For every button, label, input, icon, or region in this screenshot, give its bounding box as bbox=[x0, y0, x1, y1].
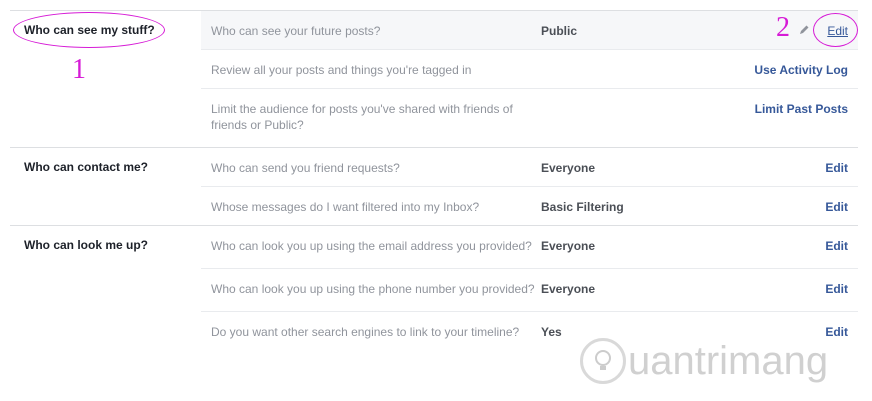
limit-past-posts-link[interactable]: Limit Past Posts bbox=[755, 102, 848, 116]
lightbulb-icon bbox=[580, 338, 626, 384]
setting-row-phone-lookup: Who can look you up using the phone numb… bbox=[201, 268, 858, 311]
watermark-logo: uantrimang bbox=[580, 338, 828, 384]
setting-row-email-lookup: Who can look you up using the email addr… bbox=[201, 226, 858, 268]
section-contact-me: Who can contact me? Who can send you fri… bbox=[10, 148, 858, 226]
edit-search-engines-link[interactable]: Edit bbox=[825, 325, 848, 339]
setting-question: Review all your posts and things you're … bbox=[211, 63, 472, 77]
watermark-text: uantrimang bbox=[628, 338, 829, 383]
annotation-oval-edit bbox=[813, 13, 858, 47]
setting-value bbox=[541, 101, 691, 133]
setting-row-activity-log: Review all your posts and things you're … bbox=[201, 49, 858, 88]
setting-row-limit-past-posts: Limit the audience for posts you've shar… bbox=[201, 88, 858, 147]
edit-message-filtering-link[interactable]: Edit bbox=[825, 200, 848, 214]
setting-question: Who can look you up using the email addr… bbox=[211, 239, 532, 253]
edit-phone-lookup-link[interactable]: Edit bbox=[825, 282, 848, 296]
edit-friend-requests-link[interactable]: Edit bbox=[825, 161, 848, 175]
privacy-settings-table: Who can see my stuff? Who can see your f… bbox=[10, 10, 858, 350]
setting-question: Who can look you up using the phone numb… bbox=[211, 282, 535, 296]
setting-question: Who can see your future posts? bbox=[211, 24, 381, 38]
setting-question: Do you want other search engines to link… bbox=[211, 325, 520, 339]
annotation-number-1: 1 bbox=[72, 54, 86, 85]
annotation-oval-section bbox=[13, 12, 165, 48]
setting-question: Who can send you friend requests? bbox=[211, 161, 400, 175]
setting-value: Basic Filtering bbox=[541, 200, 624, 214]
setting-row-future-posts[interactable]: Who can see your future posts? Public Ed… bbox=[201, 11, 858, 49]
setting-value bbox=[541, 62, 691, 78]
section-title: Who can look me up? bbox=[24, 238, 149, 252]
annotation-number-2: 2 bbox=[776, 12, 790, 43]
setting-value: Everyone bbox=[541, 239, 596, 253]
setting-value: Public bbox=[541, 24, 578, 38]
setting-row-friend-requests: Who can send you friend requests? Everyo… bbox=[201, 148, 858, 186]
setting-question: Limit the audience for posts you've shar… bbox=[211, 102, 513, 132]
setting-value: Everyone bbox=[541, 161, 596, 175]
section-look-me-up: Who can look me up? Who can look you up … bbox=[10, 226, 858, 350]
edit-email-lookup-link[interactable]: Edit bbox=[825, 239, 848, 253]
use-activity-log-link[interactable]: Use Activity Log bbox=[754, 63, 848, 77]
setting-row-message-filtering: Whose messages do I want filtered into m… bbox=[201, 186, 858, 225]
setting-value: Everyone bbox=[541, 282, 596, 296]
pencil-icon bbox=[800, 25, 809, 34]
setting-question: Whose messages do I want filtered into m… bbox=[211, 200, 480, 214]
section-title: Who can contact me? bbox=[24, 160, 149, 174]
